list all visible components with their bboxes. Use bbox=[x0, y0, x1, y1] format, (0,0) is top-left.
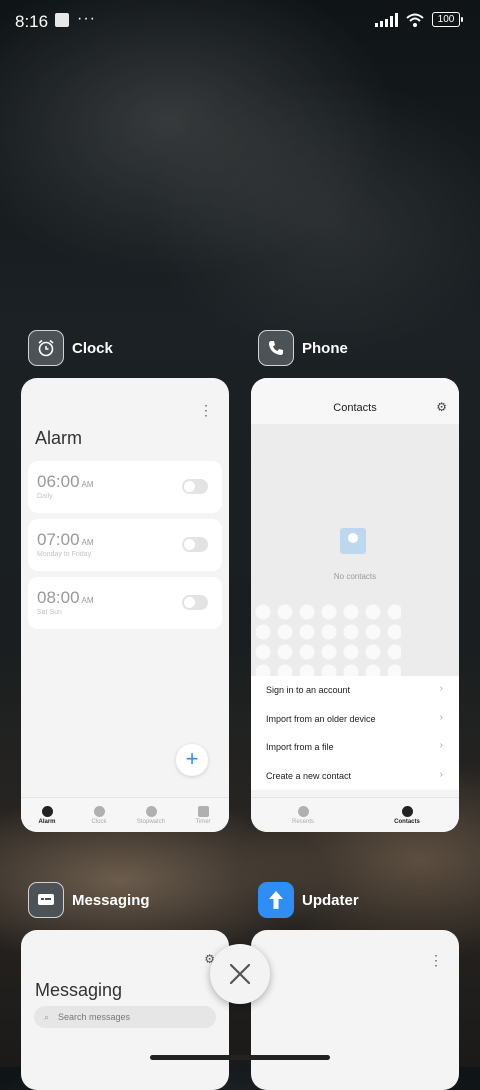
alarm-repeat: Monday to Friday bbox=[37, 551, 92, 558]
alarm-row[interactable]: 06:00 AM Daily bbox=[28, 461, 222, 513]
hourglass-icon bbox=[197, 805, 209, 817]
tab-timer[interactable]: Timer bbox=[177, 798, 229, 832]
alarm-toggle[interactable] bbox=[182, 537, 208, 552]
tab-alarm[interactable]: Alarm bbox=[21, 798, 73, 832]
updater-app-icon[interactable] bbox=[258, 882, 294, 918]
alarm-title: Alarm bbox=[35, 428, 83, 448]
contacts-menu: Sign in to an account › Import from an ol… bbox=[251, 676, 459, 790]
clock-tab-bar: Alarm Clock Stopwatch Timer bbox=[21, 797, 229, 832]
alarm-toggle[interactable] bbox=[182, 595, 208, 610]
alarm-time: 07:00 AM bbox=[37, 530, 94, 549]
contacts-title: Contacts bbox=[333, 402, 377, 414]
app-name-messaging: Messaging bbox=[72, 891, 150, 909]
app-header-phone[interactable]: Phone bbox=[258, 330, 348, 366]
signal-icon bbox=[375, 12, 398, 27]
battery-icon: 100 bbox=[432, 12, 463, 27]
alarm-time: 08:00 AM bbox=[37, 588, 94, 607]
more-notifications-icon: ··· bbox=[77, 10, 96, 27]
menu-item-import-file[interactable]: Import from a file › bbox=[251, 733, 459, 762]
chevron-right-icon: › bbox=[439, 683, 443, 694]
tab-stopwatch[interactable]: Stopwatch bbox=[125, 798, 177, 832]
home-gesture-bar[interactable] bbox=[150, 1055, 330, 1060]
messaging-title: Messaging bbox=[35, 980, 123, 1000]
clock-icon bbox=[93, 805, 105, 817]
phone-icon bbox=[297, 805, 309, 817]
hexagon-pattern bbox=[251, 600, 401, 676]
clear-all-button[interactable] bbox=[210, 944, 270, 1004]
search-messages-input[interactable]: ⌕ Search messages bbox=[34, 1006, 216, 1028]
person-icon bbox=[401, 805, 413, 817]
messaging-app-icon[interactable] bbox=[28, 882, 64, 918]
chevron-right-icon: › bbox=[439, 740, 443, 751]
phone-app-card[interactable]: Contacts ⚙ No contacts Sign in to an acc… bbox=[251, 378, 459, 832]
app-name-clock: Clock bbox=[72, 339, 113, 357]
menu-item-create-contact[interactable]: Create a new contact › bbox=[251, 762, 459, 791]
add-alarm-button[interactable]: + bbox=[176, 744, 208, 776]
phone-tab-bar: Recents Contacts bbox=[251, 797, 459, 832]
app-name-updater: Updater bbox=[302, 891, 359, 909]
alarm-time: 06:00 AM bbox=[37, 472, 94, 491]
tab-contacts[interactable]: Contacts bbox=[355, 798, 459, 832]
contact-placeholder-icon bbox=[340, 528, 366, 554]
notification-icon bbox=[55, 13, 69, 27]
app-name-phone: Phone bbox=[302, 339, 348, 357]
app-header-updater[interactable]: Updater bbox=[258, 882, 359, 918]
stopwatch-icon bbox=[145, 805, 157, 817]
alarm-repeat: Daily bbox=[37, 493, 53, 500]
app-header-clock[interactable]: Clock bbox=[28, 330, 113, 366]
status-bar: 8:16 ··· 100 bbox=[0, 0, 480, 44]
chevron-right-icon: › bbox=[439, 768, 443, 780]
alarm-row[interactable]: 07:00 AM Monday to Friday bbox=[28, 519, 222, 571]
contacts-empty-area: No contacts bbox=[251, 424, 459, 676]
messaging-app-card[interactable]: ⚙ Messaging ⌕ Search messages bbox=[21, 930, 229, 1090]
more-options-icon[interactable]: ⋮ bbox=[199, 402, 213, 419]
menu-item-sign-in[interactable]: Sign in to an account › bbox=[251, 676, 459, 705]
phone-app-icon[interactable] bbox=[258, 330, 294, 366]
updater-app-card[interactable]: ⋮ bbox=[251, 930, 459, 1090]
status-time: 8:16 bbox=[15, 12, 49, 31]
alarm-row[interactable]: 08:00 AM Sat Sun bbox=[28, 577, 222, 629]
tab-clock[interactable]: Clock bbox=[73, 798, 125, 832]
close-icon bbox=[229, 963, 251, 985]
tab-recents[interactable]: Recents bbox=[251, 798, 355, 832]
alarm-toggle[interactable] bbox=[182, 479, 208, 494]
wifi-icon bbox=[406, 13, 424, 27]
app-header-messaging[interactable]: Messaging bbox=[28, 882, 150, 918]
menu-item-import-device[interactable]: Import from an older device › bbox=[251, 705, 459, 734]
more-options-icon[interactable]: ⋮ bbox=[429, 952, 443, 969]
alarm-icon bbox=[41, 805, 53, 817]
search-icon: ⌕ bbox=[44, 1012, 50, 1022]
chevron-right-icon: › bbox=[439, 711, 443, 723]
clock-app-card[interactable]: ⋮ Alarm 06:00 AM Daily 07:00 AM Monday to … bbox=[21, 378, 229, 832]
no-contacts-text: No contacts bbox=[333, 572, 377, 581]
settings-gear-icon[interactable]: ⚙ bbox=[436, 400, 447, 414]
clock-app-icon[interactable] bbox=[28, 330, 64, 366]
alarm-repeat: Sat Sun bbox=[37, 609, 62, 616]
